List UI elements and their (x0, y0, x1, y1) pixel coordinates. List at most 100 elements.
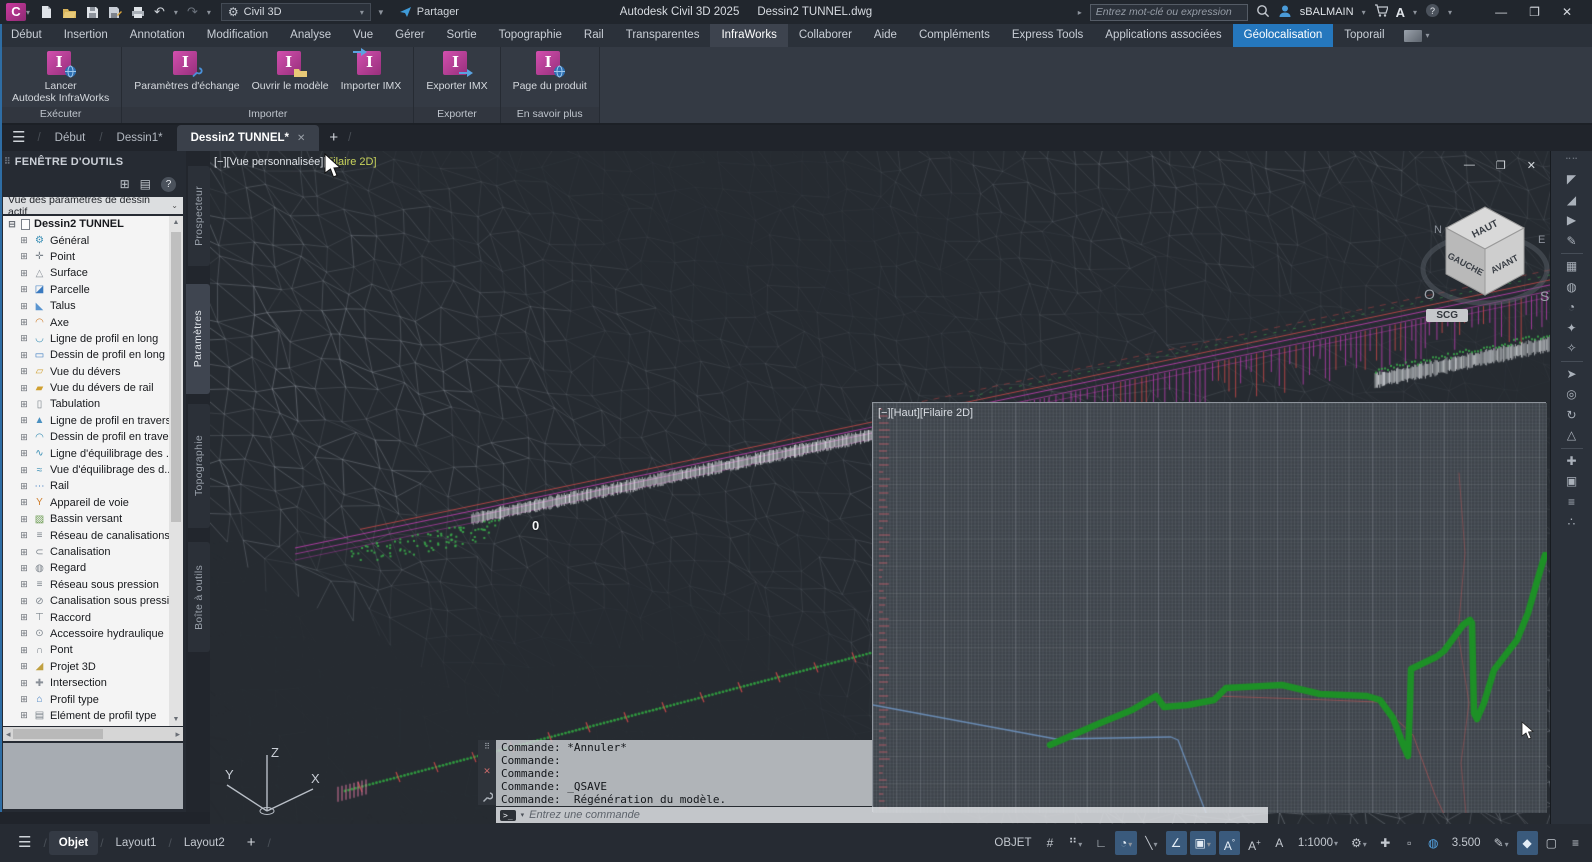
dropdown-chevron-icon[interactable]: ▾ (1078, 840, 1082, 849)
palette-grip-icon[interactable]: ⠿ (4, 156, 11, 167)
layout-tab-objet[interactable]: Objet (48, 831, 99, 855)
tree-item-vue-d-quilibrage-des-d[interactable]: ⊞ ≈ Vue d'équilibrage des d... (3, 462, 183, 478)
tree-item-parcelle[interactable]: ⊞ ◪ Parcelle (3, 282, 183, 298)
tree-item-appareil-de-voie[interactable]: ⊞ Y Appareil de voie (3, 495, 183, 511)
new-layout-button[interactable]: + (237, 831, 266, 855)
workspace-gear-icon[interactable]: ⚙▾ (1346, 831, 1372, 855)
tree-item-regard[interactable]: ⊞ ◍ Regard (3, 560, 183, 576)
customization-icon[interactable]: ≡ (1565, 831, 1586, 855)
user-menu-chevron-icon[interactable]: ▾ (1362, 8, 1366, 17)
expand-icon[interactable]: ⊞ (19, 415, 29, 426)
tree-item-ligne-de-profil-en-long[interactable]: ⊞ ◡ Ligne de profil en long (3, 331, 183, 347)
expand-icon[interactable]: ⊞ (19, 596, 29, 607)
ribbon-tab-collaborer[interactable]: Collaborer (788, 24, 863, 47)
tree-item-canalisation-sous-pressi[interactable]: ⊞ ⊘ Canalisation sous pressi... (3, 593, 183, 609)
ribbon-tab-analyse[interactable]: Analyse (279, 24, 342, 47)
palette-header[interactable]: ⠿ FENÊTRE D'OUTILS (0, 151, 186, 172)
tree-item-projet-3d[interactable]: ⊞ ◢ Projet 3D (3, 659, 183, 675)
side-toolbar-button[interactable]: ◔ (1560, 297, 1584, 318)
model-space-button[interactable]: OBJET (989, 831, 1036, 855)
tree-item-vue-du-d-vers[interactable]: ⊞ ▱ Vue du dévers (3, 364, 183, 380)
command-history[interactable]: Commande: *Annuler* Commande: Commande: Com… (496, 740, 872, 806)
palette-display-icon[interactable]: ⊞ (120, 177, 130, 191)
drawing-tab-dessin1[interactable]: Dessin1* (103, 125, 177, 151)
dropdown-chevron-icon[interactable]: ▾ (1128, 840, 1132, 849)
expand-icon[interactable]: ⊞ (19, 547, 29, 558)
tree-item-rail[interactable]: ⊞ ⋯ Rail (3, 478, 183, 494)
tree-item-g-n-ral[interactable]: ⊞ ⚙ Général (3, 232, 183, 248)
undo-chevron-icon[interactable]: ▾ (174, 8, 178, 17)
command-window-handle[interactable]: ⠿ ✕ (478, 740, 496, 805)
osnap-tracking-icon[interactable]: ∠ (1165, 831, 1187, 855)
expand-icon[interactable]: ⊞ (19, 350, 29, 361)
expand-icon[interactable]: ⊞ (19, 481, 29, 492)
dropdown-chevron-icon[interactable]: ▾ (1505, 840, 1509, 849)
cart-icon[interactable] (1374, 4, 1389, 20)
drawing-tab-dessin2-tunnel[interactable]: Dessin2 TUNNEL* ✕ (176, 125, 320, 151)
layout-tab-layout2[interactable]: Layout2 (174, 831, 235, 855)
scroll-left-icon[interactable]: ◂ (6, 729, 11, 740)
palette-tab-prospecteur[interactable]: Prospecteur (188, 166, 210, 266)
viewport-maximize-button[interactable]: ❐ (1496, 159, 1506, 172)
ribbon-tab-sortie[interactable]: Sortie (436, 24, 488, 47)
expand-icon[interactable]: ⊞ (19, 251, 29, 262)
expand-icon[interactable]: ⊞ (19, 497, 29, 508)
ribbon-tab-g-rer[interactable]: Gérer (384, 24, 435, 47)
expand-icon[interactable]: ⊞ (19, 448, 29, 459)
expand-icon[interactable]: ⊞ (19, 563, 29, 574)
scroll-up-icon[interactable]: ▲ (169, 216, 183, 229)
command-grip-icon[interactable]: ⠿ (484, 742, 490, 751)
expand-icon[interactable]: ⊞ (19, 710, 29, 721)
tree-item-vue-du-d-vers-de-rail[interactable]: ⊞ ▰ Vue du dévers de rail (3, 380, 183, 396)
tree-item-tabulation[interactable]: ⊞ ▯ Tabulation (3, 396, 183, 412)
settings-view-selector[interactable]: Vue des paramètres de dessin actif ⌄ (3, 194, 183, 218)
new-drawing-tab-button[interactable]: + (319, 125, 348, 151)
tree-item-r-seau-de-canalisations[interactable]: ⊞ ≡ Réseau de canalisations (3, 527, 183, 543)
share-button[interactable]: Partager (399, 6, 459, 18)
expand-icon[interactable]: ⊞ (19, 317, 29, 328)
ribbon-display-options-button[interactable]: ▾ (1396, 24, 1438, 47)
ribbon-tab-g-olocalisation[interactable]: Géolocalisation (1232, 24, 1334, 47)
tree-item-dessin-de-profil-en-travers[interactable]: ⊞ ◠ Dessin de profil en travers (3, 429, 183, 445)
close-button[interactable]: ✕ (1562, 5, 1572, 19)
viewcube-compass-s[interactable]: S (1540, 288, 1549, 304)
tree-item-dessin-de-profil-en-long[interactable]: ⊞ ▭ Dessin de profil en long (3, 347, 183, 363)
expand-icon[interactable]: ⊞ (19, 268, 29, 279)
tree-item-talus[interactable]: ⊞ ◣ Talus (3, 298, 183, 314)
help-chevron-icon[interactable]: ▾ (1448, 8, 1452, 17)
side-toolbar-button[interactable]: ✚ (1560, 451, 1584, 472)
ribbon-tab-d-but[interactable]: Début (0, 24, 53, 47)
save-icon[interactable] (86, 6, 99, 19)
undo-icon[interactable]: ↶ (154, 4, 165, 20)
side-toolbar-button[interactable]: ◢ (1560, 190, 1584, 211)
ribbon-tab-toporail[interactable]: Toporail (1333, 24, 1395, 47)
viewport-close-button[interactable]: ✕ (1527, 159, 1536, 172)
palette-tab-param-tres[interactable]: Paramètres (186, 284, 210, 394)
appstore-chevron-icon[interactable]: ▾ (1413, 8, 1417, 17)
viewcube-compass-o[interactable]: O (1424, 286, 1435, 302)
user-name[interactable]: sBALMAIN (1300, 6, 1354, 18)
profile-grid-canvas[interactable] (873, 403, 1547, 813)
expand-icon[interactable]: ⊞ (19, 628, 29, 639)
app-logo[interactable]: C (6, 3, 26, 21)
ribbon-tab-compl-ments[interactable]: Compléments (908, 24, 1001, 47)
ribbon-tab-insertion[interactable]: Insertion (53, 24, 119, 47)
command-wrench-icon[interactable] (481, 791, 493, 803)
tree-item-el-ment-de-profil-type[interactable]: ⊞ ▤ Elément de profil type (3, 708, 183, 724)
side-toolbar-button[interactable]: △ (1560, 425, 1584, 446)
tree-item-r-seau-sous-pression[interactable]: ⊞ ≡ Réseau sous pression (3, 577, 183, 593)
side-toolbar-button[interactable]: ✧ (1560, 338, 1584, 359)
annotation-monitor-icon[interactable]: ✚ (1375, 831, 1396, 855)
side-toolbar-button[interactable]: ↻ (1560, 405, 1584, 426)
scroll-down-icon[interactable]: ▼ (169, 713, 183, 726)
search-input[interactable]: Entrez mot-clé ou expression (1089, 3, 1248, 21)
tree-item-surface[interactable]: ⊞ △ Surface (3, 265, 183, 281)
tree-item-ligne-d-quilibrage-des[interactable]: ⊞ ∿ Ligne d'équilibrage des ... (3, 445, 183, 461)
model-viewport[interactable]: [−][Vue personnalisée][Filaire 2D] — ❐ ✕… (210, 151, 1550, 824)
expand-icon[interactable]: ⊞ (19, 284, 29, 295)
layout-tab-layout1[interactable]: Layout1 (106, 831, 167, 855)
geolocation-icon[interactable]: ◍ (1423, 831, 1444, 855)
palette-tab-bo-te-outils[interactable]: Boîte à outils (188, 542, 210, 652)
annotation-scale-value[interactable]: 1:1000▾ (1293, 831, 1343, 855)
scroll-right-icon[interactable]: ▸ (175, 729, 180, 740)
